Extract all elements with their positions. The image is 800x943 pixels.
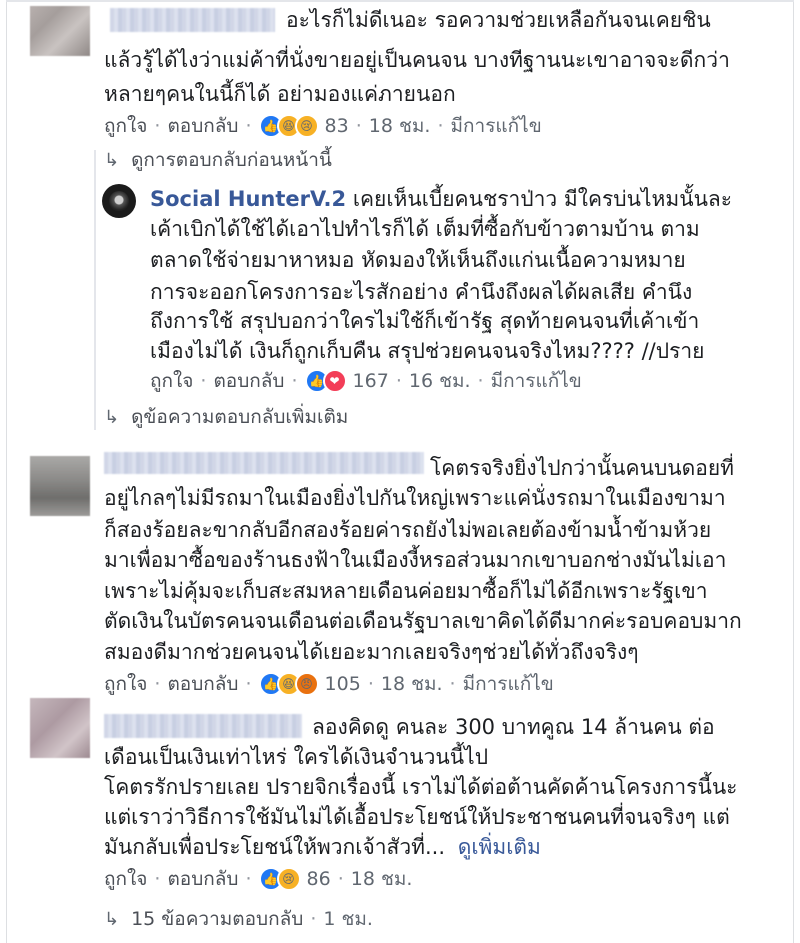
reply-text-line: ตลาดใช้จ่ายมาหาหมอ หัดมองให้เห็นถึงแก่นเ…	[150, 248, 686, 272]
author-name-redacted[interactable]	[104, 452, 424, 474]
comment-text-line: อะไรก็ไม่ดีเนอะ รอความช่วยเหลือกันจนเคยช…	[286, 8, 711, 32]
reaction-count[interactable]: 167	[353, 370, 389, 392]
comment-text-line: แต่เราว่าวิธีการใช้มันไม่ได้เอื้อประโยชน…	[104, 805, 730, 829]
timestamp[interactable]: 18 ชม.	[381, 669, 443, 699]
like-button[interactable]: ถูกใจ	[104, 111, 147, 141]
separator-dot: ·	[154, 115, 161, 137]
view-previous-replies[interactable]: ↳ ดูการตอบกลับก่อนหน้านี้	[104, 146, 332, 174]
comment-text: มันกลับเพื่อประโยชน์ให้พวกเจ้าสัวที่...	[104, 835, 446, 859]
comment-text-line: เดือนเป็นเงินเท่าไหร่ ใครได้เงินจำนวนนี้…	[104, 745, 489, 769]
separator-dot: ·	[154, 868, 161, 890]
separator-dot: ·	[477, 370, 484, 392]
comment-text-line: โคตรจริงยิ่งไปกว่านั้นคนบนดอยที่	[430, 456, 735, 480]
view-previous-replies-label: ดูการตอบกลับก่อนหน้านี้	[131, 149, 332, 171]
comment-text-line: ลองคิดดู คนละ 300 บาทคูณ 14 ล้านคน ต่อ	[312, 715, 715, 739]
reply-text-line: เค้าเบิกได้ใช้ได้เอาไปทำไรก็ได้ เต็มที่ซ…	[150, 217, 700, 241]
replies-timestamp: 1 ชม.	[323, 908, 373, 930]
like-button[interactable]: ถูกใจ	[150, 366, 193, 396]
reply-button[interactable]: ตอบกลับ	[213, 366, 284, 396]
separator-dot: ·	[310, 908, 317, 930]
separator-dot: ·	[291, 370, 298, 392]
reaction-count[interactable]: 83	[325, 115, 349, 137]
frame-border-top	[6, 0, 794, 2]
avatar[interactable]	[30, 698, 90, 758]
separator-dot: ·	[395, 370, 402, 392]
avatar[interactable]	[30, 456, 90, 516]
comment-text-line: อยู่ไกลๆไม่มีรถมาในเมืองยิ่งไปกันใหญ่เพร…	[104, 486, 726, 510]
view-more-replies[interactable]: ↳ ดูข้อความตอบกลับเพิ่มเติม	[104, 403, 348, 431]
separator-dot: ·	[337, 868, 344, 890]
reply-author-name[interactable]: Social HunterV.2	[150, 187, 346, 211]
reply-thread-line	[94, 150, 96, 430]
author-name-redacted[interactable]	[110, 8, 275, 32]
separator-dot: ·	[245, 673, 252, 695]
author-name-redacted[interactable]	[104, 714, 302, 738]
comment-text-line: ตัดเงินในบัตรคนจนเดือนต่อเดือนรัฐบาลเขาค…	[104, 609, 742, 633]
separator-dot: ·	[245, 115, 252, 137]
comment-text-line: โคตรรักปรายเลย ปรายจิกเรื่องนี้ เราไม่ได…	[104, 775, 738, 799]
angry-reaction-icon: 😠	[294, 672, 319, 696]
reply-button[interactable]: ตอบกลับ	[167, 111, 238, 141]
edited-label[interactable]: มีการแก้ไข	[463, 669, 554, 699]
comment-text-line: ก็สองร้อยละขากลับอีกสองร้อยค่ารถยังไม่พอ…	[104, 518, 712, 542]
reply-arrow-icon: ↳	[104, 149, 120, 171]
like-button[interactable]: ถูกใจ	[104, 864, 147, 894]
reply-button[interactable]: ตอบกลับ	[167, 669, 238, 699]
comment-text-line: มาเพื่อมาซื้อของร้านธงฟ้าในเมืองงี้หรอส่…	[104, 548, 727, 572]
reply-avatar[interactable]	[102, 184, 136, 218]
avatar-image	[109, 191, 129, 211]
comment-actions: ถูกใจ · ตอบกลับ · 👍 😆 😢 83 · 18 ชม. · มี…	[104, 112, 542, 140]
timestamp[interactable]: 18 ชม.	[351, 864, 413, 894]
reply-text-line-1: Social HunterV.2 เคยเห็นเบี้ยคนชราป่าว ม…	[150, 184, 732, 215]
separator-dot: ·	[367, 673, 374, 695]
reply-button[interactable]: ตอบกลับ	[167, 864, 238, 894]
view-replies-count[interactable]: ↳ 15 ข้อความตอบกลับ · 1 ชม.	[104, 905, 373, 933]
separator-dot: ·	[245, 868, 252, 890]
frame-border-left	[6, 0, 7, 943]
edited-label[interactable]: มีการแก้ไข	[451, 111, 542, 141]
edited-label[interactable]: มีการแก้ไข	[491, 366, 582, 396]
reply-arrow-icon: ↳	[104, 406, 120, 428]
reactions-summary[interactable]: 👍 😆 😠	[258, 672, 319, 696]
avatar[interactable]	[30, 6, 90, 56]
reply-actions: ถูกใจ · ตอบกลับ · 👍 ❤ 167 · 16 ชม. · มีก…	[150, 367, 582, 395]
separator-dot: ·	[437, 115, 444, 137]
reply-text-line: เมืองไม่ได้ เงินก็ถูกเก็บคืน สรุปช่วยคนจ…	[150, 339, 705, 363]
comment-text-line: เพราะไม่คุ้มจะเก็บสะสมหลายเดือนค่อยมาซื้…	[104, 579, 708, 603]
timestamp[interactable]: 16 ชม.	[409, 366, 471, 396]
reply-arrow-icon: ↳	[104, 908, 120, 930]
see-more-link[interactable]: ดูเพิ่มเติม	[458, 835, 541, 859]
view-more-replies-label: ดูข้อความตอบกลับเพิ่มเติม	[131, 406, 349, 428]
replies-count-label: 15 ข้อความตอบกลับ	[131, 908, 304, 930]
comment-text-line: หลายๆคนในนี้ก็ได้ อย่ามองแค่ภายนอก	[104, 82, 456, 106]
comment-text-line: แล้วรู้ได้ไงว่าแม่ค้าที่นั่งขายอยู่เป็นค…	[104, 48, 730, 72]
reaction-count[interactable]: 86	[307, 868, 331, 890]
reply-text-line: ถึงการใช้ สรุปบอกว่าใครไม่ใช้ก็เข้ารัฐ ส…	[150, 309, 700, 333]
like-button[interactable]: ถูกใจ	[104, 669, 147, 699]
timestamp[interactable]: 18 ชม.	[369, 111, 431, 141]
reply-text-line: การจะออกโครงการอะไรสักอย่าง คำนึงถึงผลได…	[150, 280, 693, 304]
separator-dot: ·	[355, 115, 362, 137]
comment-text-line-last: มันกลับเพื่อประโยชน์ให้พวกเจ้าสัวที่... …	[104, 832, 541, 863]
comment-actions: ถูกใจ · ตอบกลับ · 👍 😢 86 · 18 ชม.	[104, 865, 412, 893]
separator-dot: ·	[200, 370, 207, 392]
sad-reaction-icon: 😢	[294, 114, 319, 138]
separator-dot: ·	[449, 673, 456, 695]
love-reaction-icon: ❤	[322, 369, 347, 393]
comment-actions: ถูกใจ · ตอบกลับ · 👍 😆 😠 105 · 18 ชม. · ม…	[104, 670, 554, 698]
reply-text: เคยเห็นเบี้ยคนชราป่าว มีใครบ่นไหมนั้นละ	[352, 187, 733, 211]
reactions-summary[interactable]: 👍 😢	[258, 867, 301, 891]
separator-dot: ·	[154, 673, 161, 695]
reactions-summary[interactable]: 👍 😆 😢	[258, 114, 319, 138]
comment-text-line: สมองดีมากช่วยคนจนได้เยอะมากเลยจริงๆช่วยไ…	[104, 640, 639, 664]
sad-reaction-icon: 😢	[276, 867, 301, 891]
reactions-summary[interactable]: 👍 ❤	[304, 369, 347, 393]
reaction-count[interactable]: 105	[325, 673, 361, 695]
frame-border-right	[793, 0, 794, 943]
